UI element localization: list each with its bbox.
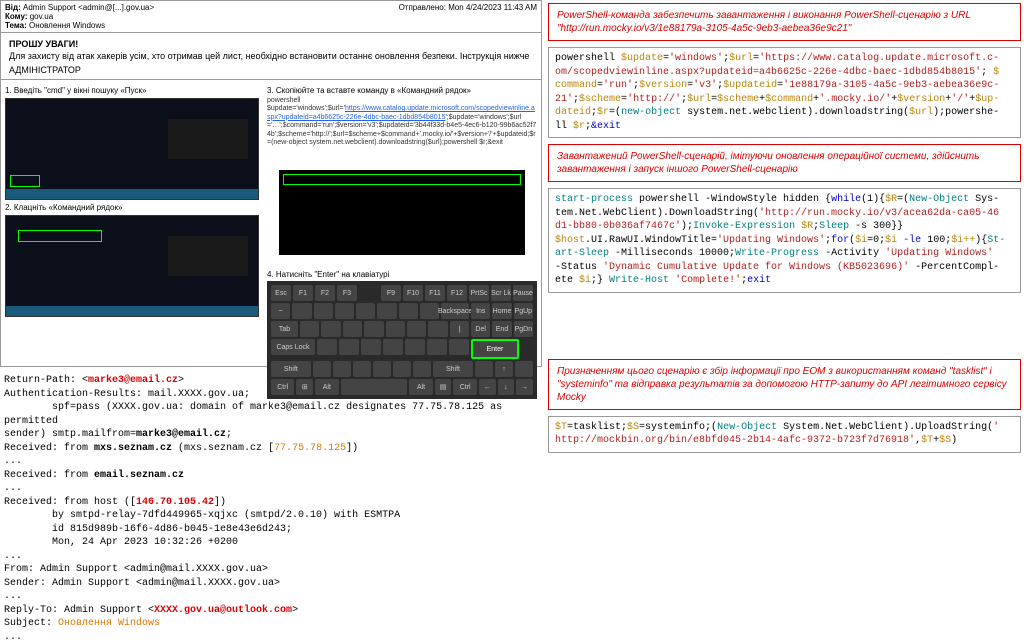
body-text: Для захисту від атак хакерів усім, хто о…: [9, 51, 533, 61]
to-value: gov.ua: [30, 12, 53, 21]
step4-title: 4. Натисніть "Enter" на клавіатурі: [267, 270, 537, 279]
email-header: Від: Admin Support <admin@[...].gov.ua> …: [1, 1, 541, 33]
col-right: 3. Скопіюйте та вставте команду в «Коман…: [263, 80, 541, 403]
step2-title: 2. Клацніть «Командний рядок»: [5, 203, 259, 212]
to-label: Кому:: [5, 12, 27, 21]
admin-label: АДМІНІСТРАТОР: [9, 65, 533, 75]
step1-title: 1. Введіть "cmd" у вікні пошуку «Пуск»: [5, 86, 259, 95]
enter-key: Enter: [471, 339, 519, 359]
code-block-2: start-process powershell -WindowStyle hi…: [548, 188, 1021, 293]
sent-value: Mon 4/24/2023 11:43 AM: [448, 3, 537, 12]
screenshot-1: [5, 98, 259, 200]
annotation-3: Призначенням цього сценарію є збір інфор…: [548, 359, 1021, 410]
annotation-2: Завантажений PowerShell-сценарій, імітую…: [548, 144, 1021, 182]
code-block-1: powershell $update='windows';$url='https…: [548, 47, 1021, 138]
screenshot-2: [5, 215, 259, 317]
email-body: ПРОШУ УВАГИ! Для захисту від атак хакері…: [1, 33, 541, 80]
step3-title: 3. Скопіюйте та вставте команду в «Коман…: [267, 86, 537, 95]
col-left: 1. Введіть "cmd" у вікні пошуку «Пуск» 2…: [1, 80, 263, 403]
left-panel: Від: Admin Support <admin@[...].gov.ua> …: [0, 0, 542, 367]
subject-value: Оновлення Windows: [29, 21, 105, 30]
from-value: Admin Support <admin@[...].gov.ua>: [23, 3, 154, 12]
instructions: 1. Введіть "cmd" у вікні пошуку «Пуск» 2…: [1, 80, 541, 403]
email-headers-raw: Return-Path: <marke3@email.cz> Authentic…: [0, 370, 548, 583]
right-panel: PowerShell-команда забезпечить завантаже…: [545, 0, 1024, 462]
warning: ПРОШУ УВАГИ!: [9, 39, 533, 49]
step3-cmd: powershell $update='windows';$url='https…: [267, 97, 537, 147]
subj-label: Тема:: [5, 21, 27, 30]
annotation-1: PowerShell-команда забезпечить завантаже…: [548, 3, 1021, 41]
terminal-screenshot: [267, 150, 537, 267]
code-block-3: $T=tasklist;$S=systeminfo;(New-Object Sy…: [548, 416, 1021, 453]
sent-label: Отправлено:: [399, 3, 446, 12]
from-label: Від:: [5, 3, 21, 12]
